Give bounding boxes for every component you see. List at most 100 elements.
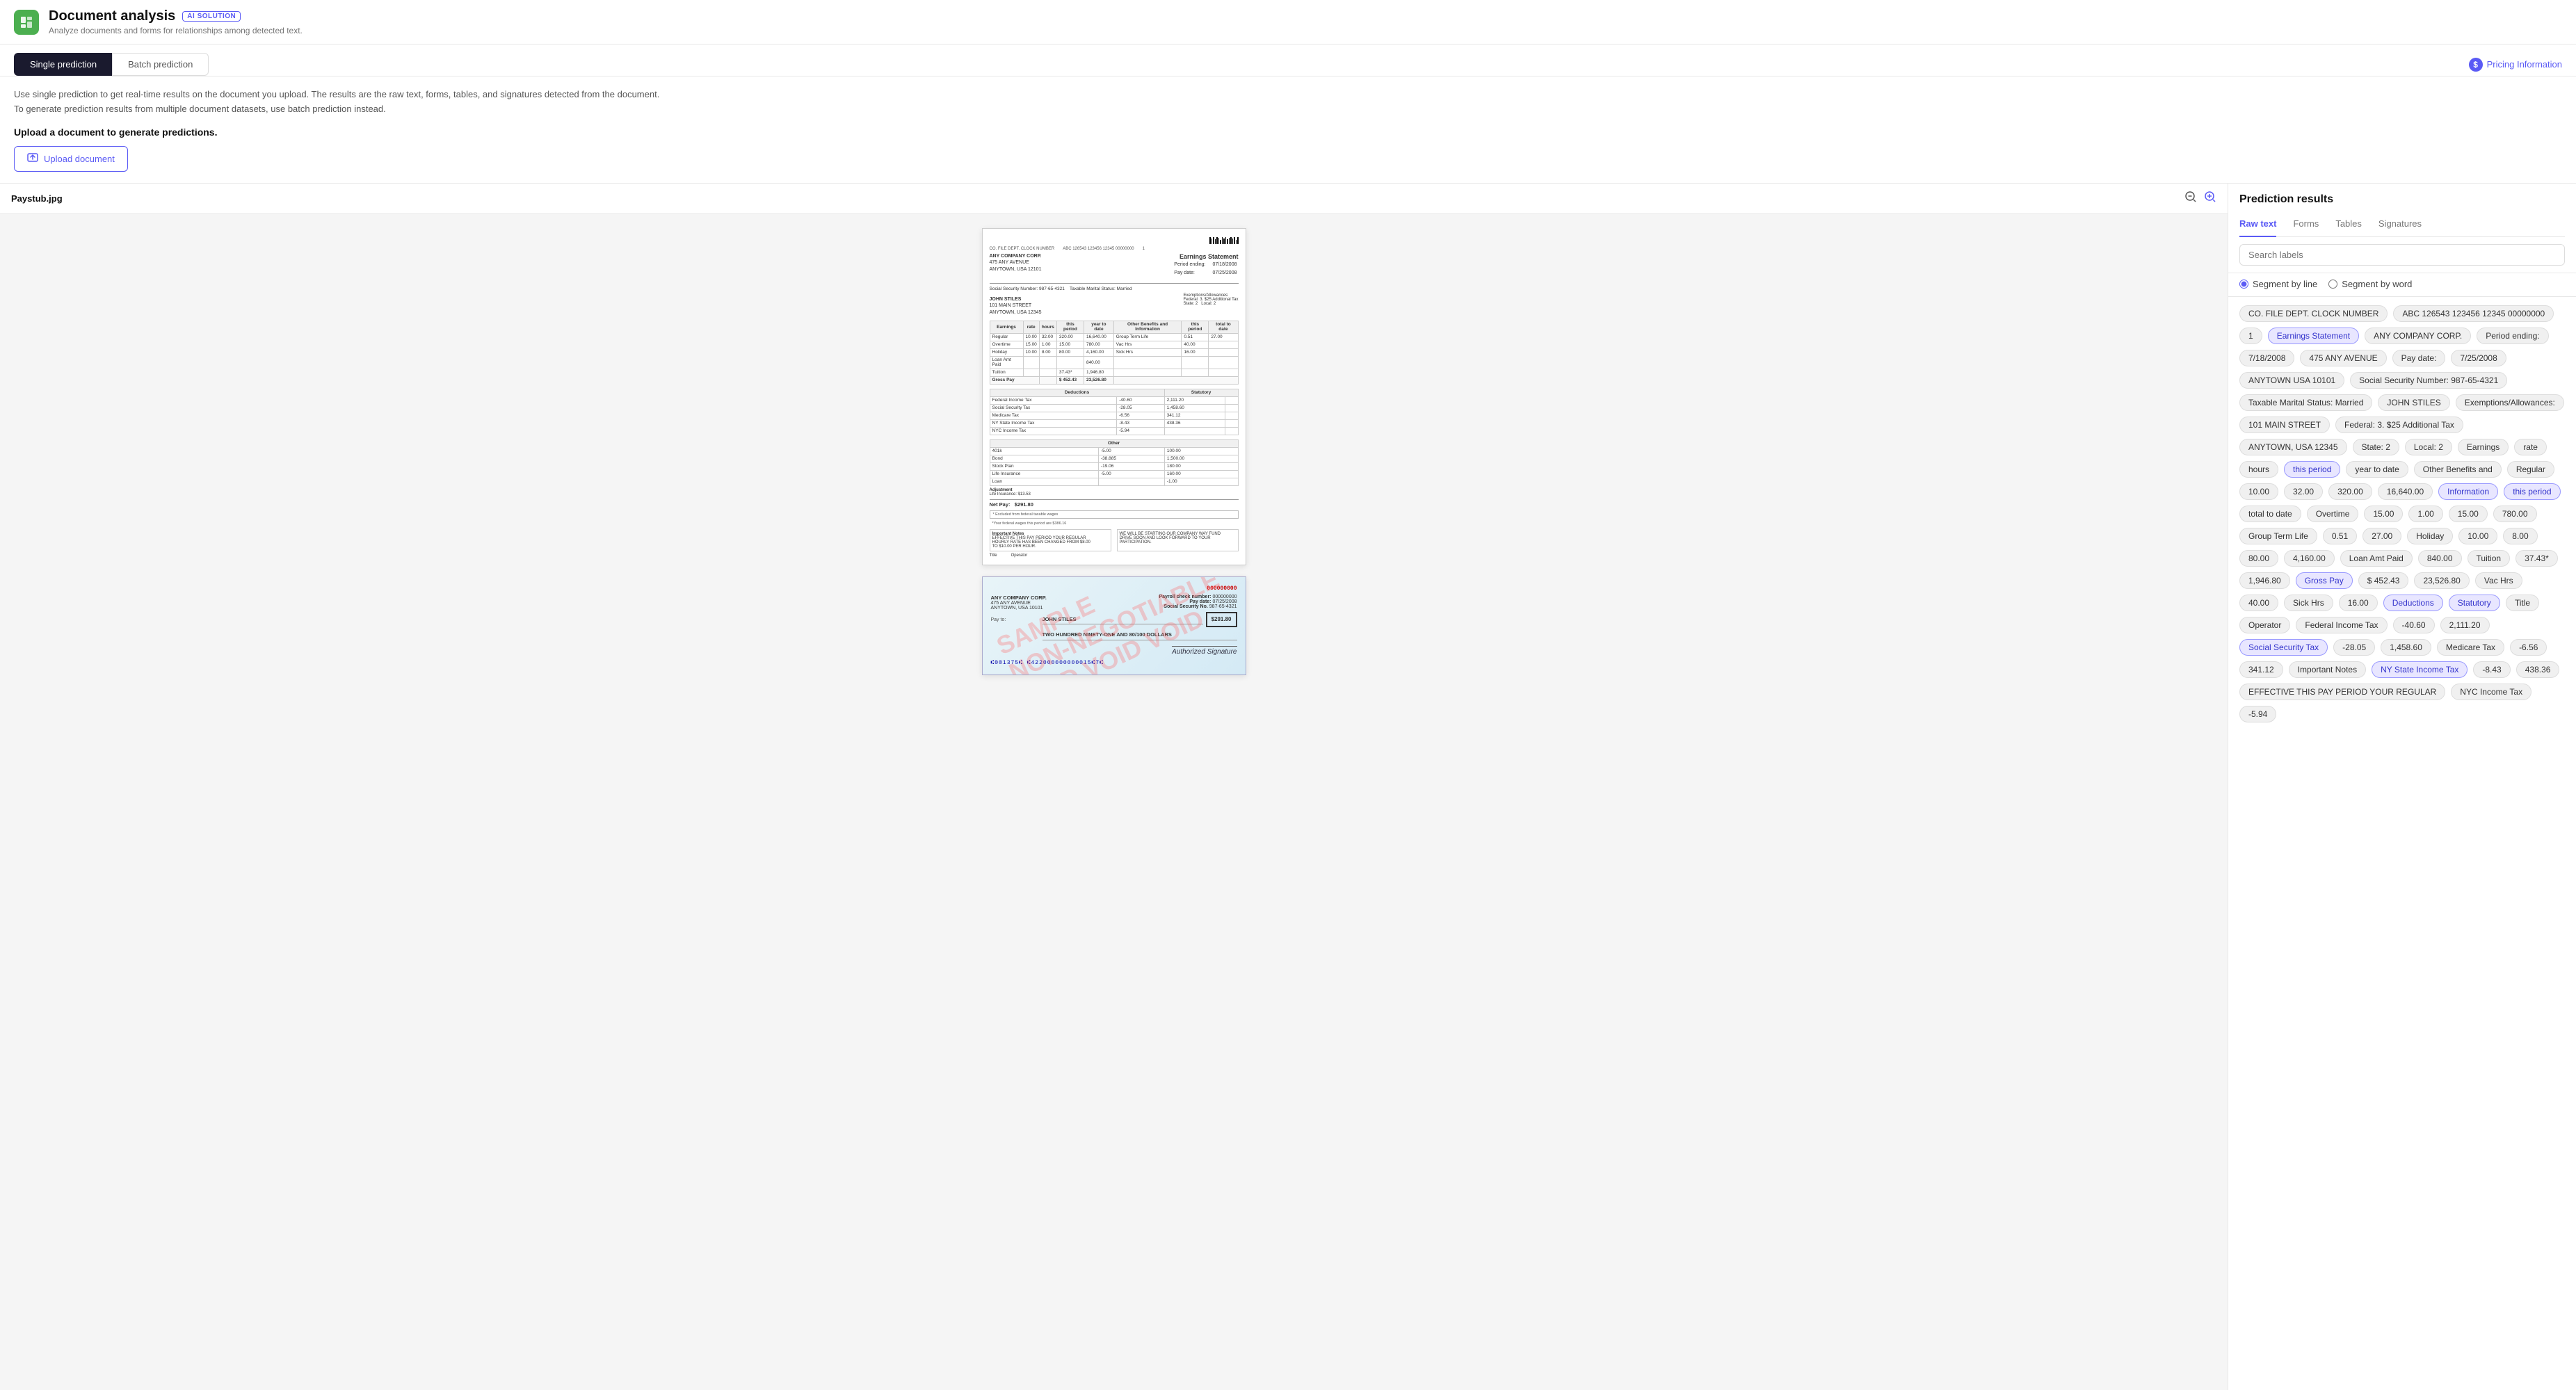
result-tag[interactable]: 2,111.20 <box>2440 617 2490 633</box>
result-tag[interactable]: Tuition <box>2468 550 2511 567</box>
result-tag[interactable]: Gross Pay <box>2296 572 2353 589</box>
result-tag[interactable]: this period <box>2284 461 2340 478</box>
result-tag[interactable]: 16,640.00 <box>2378 483 2433 500</box>
result-tag[interactable]: Information <box>2438 483 2498 500</box>
result-tag[interactable]: Earnings <box>2458 439 2509 455</box>
result-tag[interactable]: Pay date: <box>2392 350 2446 366</box>
result-tag[interactable]: Holiday <box>2407 528 2453 544</box>
segment-line-radio[interactable] <box>2239 280 2248 289</box>
result-tag[interactable]: Deductions <box>2383 595 2443 611</box>
result-tag[interactable]: $ 452.43 <box>2358 572 2409 589</box>
check-document: SAMPLENON-NEGOTIABLEVOID VOID VOID 00000… <box>982 576 1246 675</box>
result-tag[interactable]: EFFECTIVE THIS PAY PERIOD YOUR REGULAR <box>2239 684 2445 700</box>
result-tag[interactable]: ANY COMPANY CORP. <box>2365 328 2471 344</box>
result-tag[interactable]: 101 MAIN STREET <box>2239 417 2330 433</box>
tab-single-prediction[interactable]: Single prediction <box>14 53 112 76</box>
result-tag[interactable]: 40.00 <box>2239 595 2278 611</box>
result-tag[interactable]: Title <box>2506 595 2539 611</box>
segment-by-line-option[interactable]: Segment by line <box>2239 279 2317 289</box>
tab-raw-text[interactable]: Raw text <box>2239 213 2276 237</box>
result-tag[interactable]: 16.00 <box>2339 595 2378 611</box>
result-tag[interactable]: 10.00 <box>2458 528 2497 544</box>
result-tag[interactable]: Social Security Number: 987-65-4321 <box>2350 372 2507 389</box>
result-tag[interactable]: Other Benefits and <box>2414 461 2502 478</box>
result-tag[interactable]: 23,526.80 <box>2414 572 2469 589</box>
result-tag[interactable]: 780.00 <box>2493 506 2537 522</box>
result-tag[interactable]: Statutory <box>2449 595 2500 611</box>
result-tag[interactable]: 15.00 <box>2364 506 2403 522</box>
result-tag[interactable]: Federal Income Tax <box>2296 617 2387 633</box>
result-tag[interactable]: -8.43 <box>2473 661 2510 678</box>
result-tag[interactable]: -6.56 <box>2510 639 2547 656</box>
tab-signatures[interactable]: Signatures <box>2378 213 2422 237</box>
result-tag[interactable]: 1.00 <box>2408 506 2442 522</box>
result-tag[interactable]: hours <box>2239 461 2278 478</box>
result-tag[interactable]: 8.00 <box>2503 528 2537 544</box>
result-tag[interactable]: 7/18/2008 <box>2239 350 2294 366</box>
result-tag[interactable]: Operator <box>2239 617 2290 633</box>
result-tag[interactable]: ABC 126543 123456 12345 00000000 <box>2393 305 2554 322</box>
result-tag[interactable]: 80.00 <box>2239 550 2278 567</box>
result-tag[interactable]: Sick Hrs <box>2284 595 2333 611</box>
result-tag[interactable]: Regular <box>2507 461 2554 478</box>
result-tag[interactable]: total to date <box>2239 506 2301 522</box>
main-tabs: Single prediction Batch prediction <box>14 53 209 76</box>
result-tag[interactable]: CO. FILE DEPT. CLOCK NUMBER <box>2239 305 2388 322</box>
result-tag[interactable]: 1 <box>2239 328 2262 344</box>
result-tag[interactable]: 37.43* <box>2515 550 2558 567</box>
result-tag[interactable]: Local: 2 <box>2405 439 2452 455</box>
result-tag[interactable]: 10.00 <box>2239 483 2278 500</box>
result-tag[interactable]: Earnings Statement <box>2268 328 2359 344</box>
search-labels-input[interactable] <box>2239 244 2565 266</box>
tab-forms[interactable]: Forms <box>2293 213 2319 237</box>
segment-by-word-option[interactable]: Segment by word <box>2328 279 2412 289</box>
upload-button[interactable]: Upload document <box>14 146 128 172</box>
result-tag[interactable]: 1,458.60 <box>2381 639 2431 656</box>
result-tag[interactable]: NYC Income Tax <box>2451 684 2531 700</box>
result-tag[interactable]: ANYTOWN, USA 12345 <box>2239 439 2347 455</box>
result-tag[interactable]: 27.00 <box>2362 528 2401 544</box>
result-tag[interactable]: 475 ANY AVENUE <box>2300 350 2386 366</box>
tab-tables[interactable]: Tables <box>2335 213 2362 237</box>
signature-area: Authorized Signature <box>991 646 1237 656</box>
result-tag[interactable]: Medicare Tax <box>2437 639 2504 656</box>
result-tag[interactable]: Overtime <box>2307 506 2359 522</box>
result-tag[interactable]: JOHN STILES <box>2378 394 2449 411</box>
result-tag[interactable]: Period ending: <box>2477 328 2548 344</box>
result-tag[interactable]: Exemptions/Allowances: <box>2456 394 2564 411</box>
result-tag[interactable]: ANYTOWN USA 10101 <box>2239 372 2344 389</box>
result-tag[interactable]: -28.05 <box>2333 639 2375 656</box>
result-tag[interactable]: year to date <box>2346 461 2408 478</box>
result-tag[interactable]: State: 2 <box>2353 439 2399 455</box>
result-tag[interactable]: -40.60 <box>2393 617 2435 633</box>
result-tag[interactable]: Taxable Marital Status: Married <box>2239 394 2372 411</box>
result-tag[interactable]: Loan Amt Paid <box>2340 550 2413 567</box>
result-tag[interactable]: 15.00 <box>2449 506 2488 522</box>
result-tag[interactable]: 0.51 <box>2323 528 2357 544</box>
result-tag[interactable]: this period <box>2504 483 2560 500</box>
result-tag[interactable]: 341.12 <box>2239 661 2283 678</box>
result-tag[interactable]: Social Security Tax <box>2239 639 2328 656</box>
segment-word-radio[interactable] <box>2328 280 2337 289</box>
employee-info: JOHN STILES101 MAIN STREETANYTOWN, USA 1… <box>990 296 1042 316</box>
pricing-link[interactable]: $ Pricing Information <box>2469 58 2562 72</box>
result-tag[interactable]: NY State Income Tax <box>2372 661 2468 678</box>
result-tag[interactable]: 320.00 <box>2328 483 2372 500</box>
result-tag[interactable]: Federal: 3. $25 Additional Tax <box>2335 417 2463 433</box>
result-tag[interactable]: 840.00 <box>2418 550 2462 567</box>
zoom-out-button[interactable] <box>2184 191 2197 207</box>
result-tag[interactable]: Important Notes <box>2289 661 2366 678</box>
tab-batch-prediction[interactable]: Batch prediction <box>112 53 209 76</box>
result-tag[interactable]: Group Term Life <box>2239 528 2317 544</box>
result-tag[interactable]: 438.36 <box>2516 661 2560 678</box>
result-tag[interactable]: 1,946.80 <box>2239 572 2290 589</box>
zoom-in-button[interactable] <box>2204 191 2216 207</box>
result-tag[interactable]: rate <box>2514 439 2547 455</box>
results-tabs: Raw text Forms Tables Signatures <box>2239 213 2565 237</box>
result-tag[interactable]: -5.94 <box>2239 706 2276 722</box>
document-view[interactable]: CO. FILE DEPT. CLOCK NUMBER ABC 126543 1… <box>0 214 2228 1390</box>
result-tag[interactable]: 32.00 <box>2284 483 2323 500</box>
result-tag[interactable]: Vac Hrs <box>2475 572 2522 589</box>
result-tag[interactable]: 4,160.00 <box>2284 550 2335 567</box>
result-tag[interactable]: 7/25/2008 <box>2451 350 2506 366</box>
